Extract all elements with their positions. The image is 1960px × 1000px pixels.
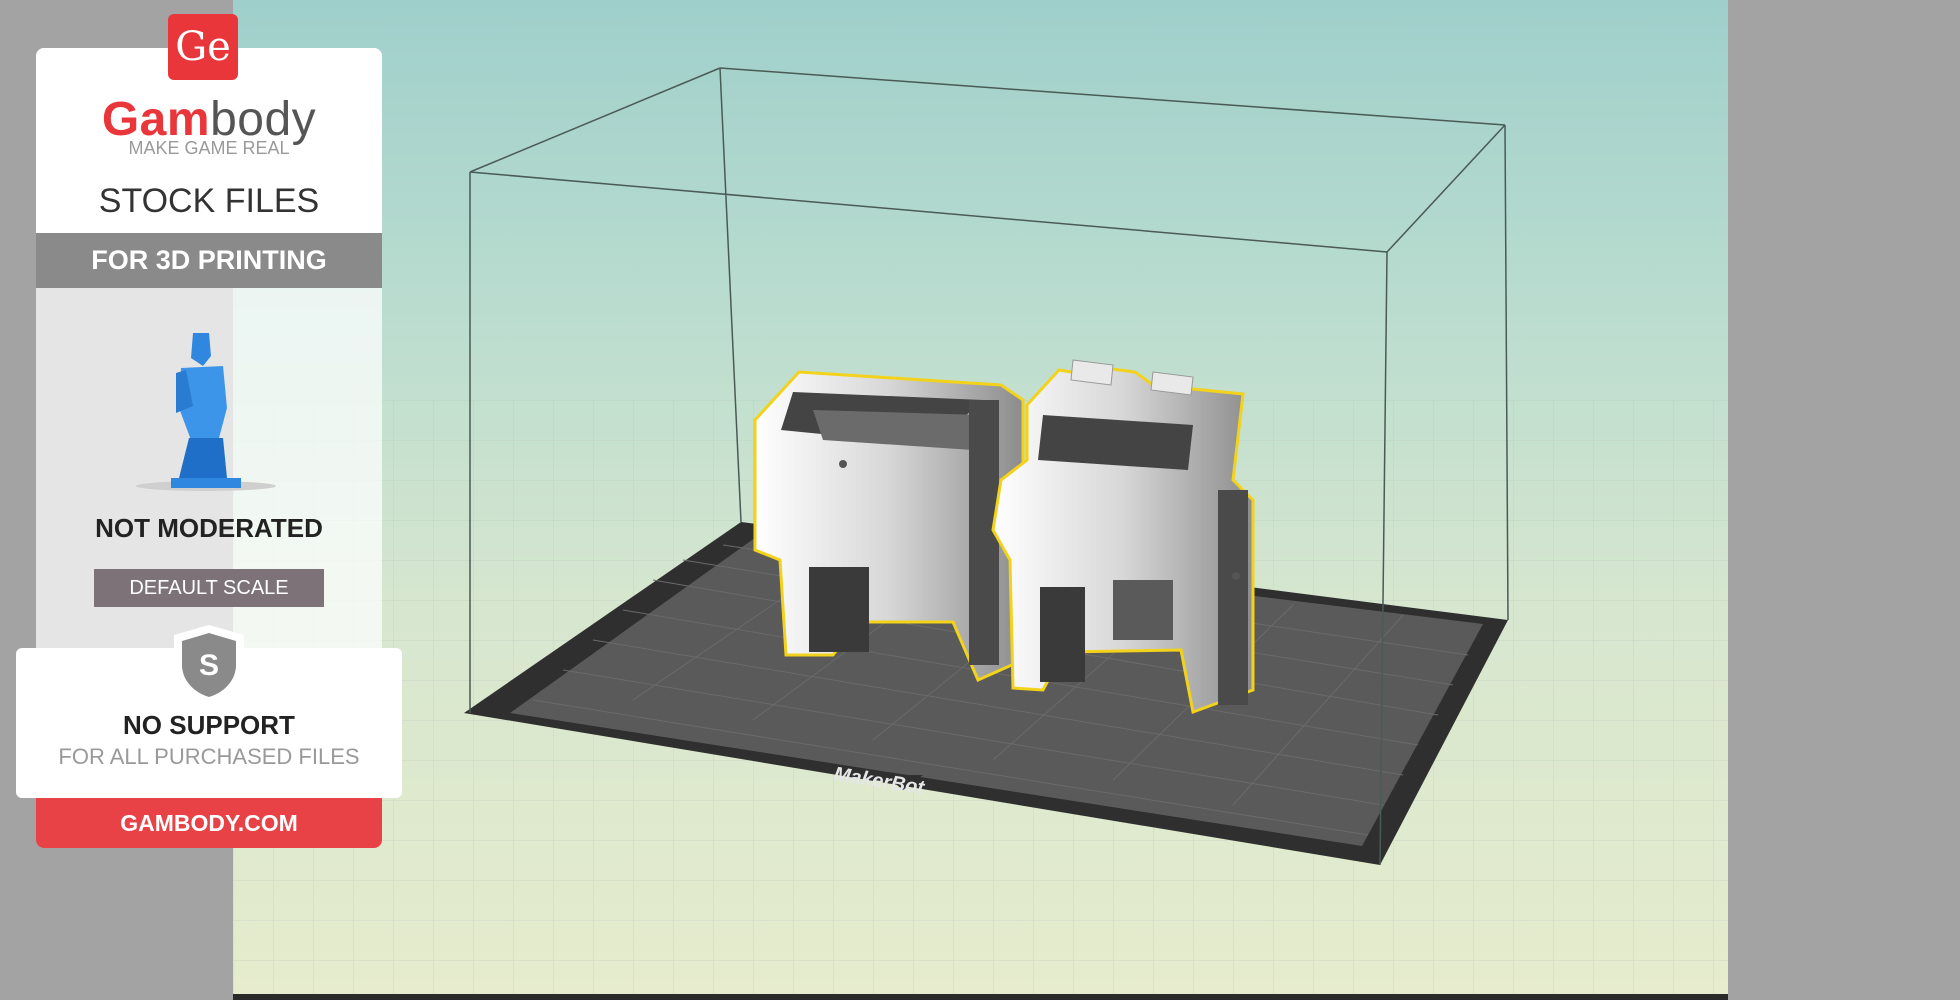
shield-icon: S [174,625,244,705]
viewport-3d[interactable]: MakerBot [233,0,1728,994]
gambody-panel: Ge Gambody MAKE GAME REAL STOCK FILES FO… [16,14,402,848]
gambody-logo-icon[interactable]: Ge [168,14,238,80]
scene-3d: MakerBot [233,67,1728,994]
moderation-status: NOT MODERATED [95,513,323,543]
figurine-icon [136,333,276,491]
default-scale-button[interactable]: DEFAULT SCALE [94,569,324,607]
gambody-site-link[interactable]: GAMBODY.COM [36,798,382,848]
support-heading: NO SUPPORT [123,710,295,740]
stock-files-heading: STOCK FILES [98,182,320,220]
viewport-bottom-bar [233,994,1728,1000]
printing-banner: FOR 3D PRINTING [36,233,382,288]
shield-letter: S [199,649,219,682]
support-subtext: FOR ALL PURCHASED FILES [58,744,360,769]
brand-tagline: MAKE GAME REAL [128,138,290,158]
